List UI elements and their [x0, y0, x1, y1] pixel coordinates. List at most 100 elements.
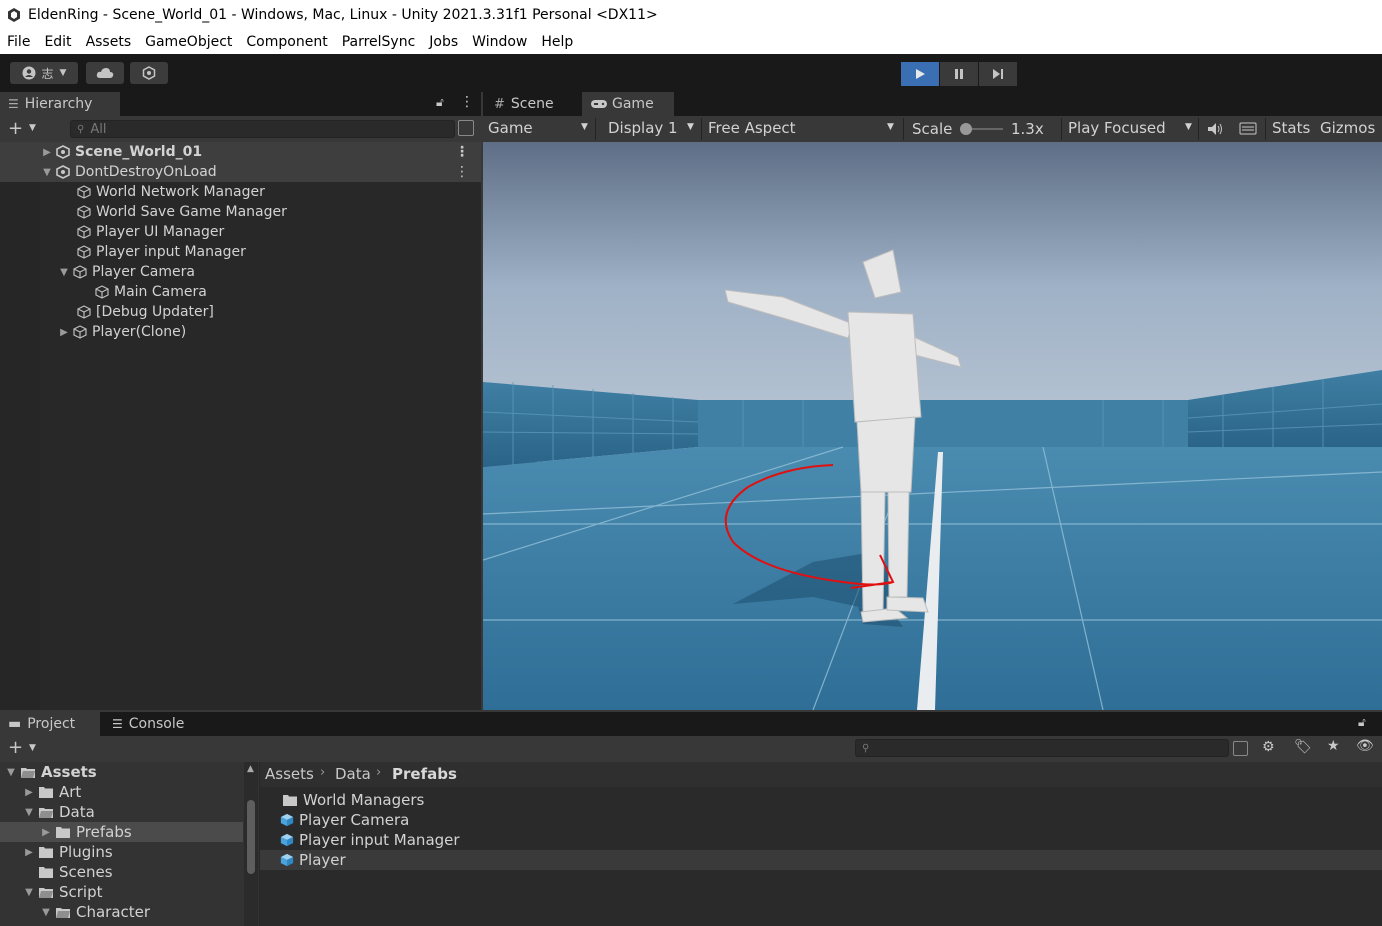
scale-slider-thumb[interactable] — [960, 123, 972, 135]
keyboard-icon[interactable] — [1239, 122, 1257, 135]
menu-parrelsync[interactable]: ParrelSync — [335, 34, 423, 50]
filter-label-icon[interactable]: 🏷︎ — [1294, 739, 1312, 755]
step-button[interactable] — [979, 62, 1017, 86]
more-options-icon[interactable]: ⋮ — [455, 164, 469, 180]
hierarchy-row[interactable]: Player input Manager — [0, 242, 481, 262]
add-icon[interactable]: + — [8, 737, 23, 758]
chevron-down-icon[interactable]: ▼ — [581, 122, 588, 132]
collapse-arrow-icon[interactable]: ▼ — [24, 887, 34, 898]
mute-audio-icon[interactable] — [1207, 122, 1223, 136]
tab-project[interactable]: ▬ Project — [0, 712, 100, 736]
divider — [1061, 118, 1062, 140]
aspect-select[interactable]: Free Aspect — [708, 119, 796, 137]
display-select[interactable]: Display 1 — [608, 119, 678, 137]
collapse-arrow-icon[interactable]: ▼ — [42, 167, 52, 178]
tree-item-scenes[interactable]: Scenes — [38, 862, 113, 882]
lock-icon[interactable]: 🔓︎ — [436, 95, 444, 110]
menu-component[interactable]: Component — [239, 34, 334, 50]
collapse-arrow-icon[interactable]: ▼ — [6, 767, 16, 778]
asset-item-player-camera[interactable]: Player Camera — [280, 810, 409, 830]
menu-help[interactable]: Help — [534, 34, 580, 50]
tree-item-art[interactable]: ▶ Art — [24, 782, 81, 802]
hierarchy-row[interactable]: Player UI Manager — [0, 222, 481, 242]
hierarchy-row[interactable]: Main Camera — [0, 282, 481, 302]
hierarchy-row[interactable]: World Save Game Manager — [0, 202, 481, 222]
view-select[interactable]: Game — [488, 119, 533, 137]
collab-icon — [142, 66, 156, 80]
tree-item-label: Assets — [41, 763, 97, 781]
more-options-icon[interactable]: ⋮ — [460, 94, 474, 110]
collab-button[interactable] — [130, 62, 168, 84]
tree-item-assets[interactable]: ▼ Assets — [6, 762, 97, 782]
collapse-arrow-icon[interactable]: ▼ — [59, 267, 69, 278]
tab-scene[interactable]: # Scene — [486, 92, 582, 116]
expand-arrow-icon[interactable]: ▶ — [42, 147, 52, 158]
chevron-down-icon[interactable]: ▼ — [687, 122, 694, 132]
tree-item-data[interactable]: ▼ Data — [24, 802, 95, 822]
menu-edit[interactable]: Edit — [37, 34, 78, 50]
asset-item-world-managers[interactable]: World Managers — [282, 790, 424, 810]
menu-window[interactable]: Window — [465, 34, 534, 50]
hidden-packages-icon[interactable]: 👁︎ — [1356, 738, 1374, 754]
tree-item-prefabs[interactable]: ▶ Prefabs — [41, 822, 132, 842]
collapse-arrow-icon[interactable]: ▼ — [24, 807, 34, 818]
menu-assets[interactable]: Assets — [79, 34, 139, 50]
add-icon[interactable]: + — [8, 118, 23, 139]
collapse-arrow-icon[interactable]: ▼ — [41, 907, 51, 918]
chevron-down-icon[interactable]: ▼ — [29, 743, 36, 753]
filter-type-icon[interactable]: ⚙ — [1262, 739, 1275, 755]
hierarchy-row-dontdestroy[interactable]: ▼ DontDestroyOnLoad ⋮ — [0, 162, 481, 182]
menu-file[interactable]: File — [0, 34, 37, 50]
tab-game[interactable]: Game — [582, 92, 674, 116]
search-by-type-icon[interactable] — [458, 120, 474, 136]
hierarchy-row[interactable]: ▼ Player Camera — [0, 262, 481, 282]
chevron-down-icon[interactable]: ▼ — [29, 123, 36, 133]
game-viewport[interactable] — [483, 142, 1382, 710]
breadcrumb-item[interactable]: Assets — [265, 765, 314, 783]
cloud-button[interactable] — [86, 62, 124, 84]
hierarchy-row[interactable]: [Debug Updater] — [0, 302, 481, 322]
stats-button[interactable]: Stats — [1272, 119, 1310, 137]
expand-arrow-icon[interactable]: ▶ — [59, 327, 69, 338]
hierarchy-row[interactable]: ▶ Player(Clone) — [0, 322, 481, 342]
menu-jobs[interactable]: Jobs — [422, 34, 465, 50]
tree-item-character[interactable]: ▼ Character — [41, 902, 150, 922]
game-view-controls: Game ▼ Display 1 ▼ Free Aspect ▼ Scale 1… — [483, 116, 1382, 142]
project-search-input[interactable]: ⚲ — [855, 739, 1229, 757]
breadcrumb-item[interactable]: Prefabs — [392, 765, 457, 783]
unity-scene-icon — [56, 145, 70, 159]
play-button[interactable] — [901, 62, 939, 86]
account-dropdown[interactable]: 志 ▼ — [10, 62, 78, 84]
divider — [595, 118, 596, 140]
more-options-icon[interactable]: ⋮ — [455, 144, 469, 160]
gameobject-cube-icon — [95, 285, 109, 299]
asset-item-player[interactable]: Player — [280, 850, 346, 870]
search-by-type-icon[interactable] — [1233, 741, 1248, 756]
tree-item-plugins[interactable]: ▶ Plugins — [24, 842, 113, 862]
scrollbar-thumb[interactable] — [247, 800, 255, 874]
expand-arrow-icon[interactable]: ▶ — [24, 847, 34, 858]
tree-scrollbar[interactable]: ▲ — [244, 762, 258, 926]
pause-button[interactable] — [940, 62, 978, 86]
tab-hierarchy[interactable]: ☰ Hierarchy — [0, 92, 120, 116]
breadcrumb: Assets › Data › Prefabs — [260, 762, 1382, 787]
hierarchy-search-input[interactable]: ⚲ All — [70, 120, 455, 138]
tab-console-label: Console — [128, 716, 185, 732]
expand-arrow-icon[interactable]: ▶ — [24, 787, 34, 798]
hierarchy-row[interactable]: World Network Manager — [0, 182, 481, 202]
hierarchy-row-scene[interactable]: ▶ Scene_World_01 ⋮ — [0, 142, 481, 162]
chevron-down-icon[interactable]: ▼ — [1185, 122, 1192, 132]
tab-console[interactable]: ☰ Console — [104, 712, 204, 736]
expand-arrow-icon[interactable]: ▶ — [41, 827, 51, 838]
favorite-star-icon[interactable]: ★ — [1327, 738, 1340, 754]
gizmos-button[interactable]: Gizmos — [1320, 119, 1375, 137]
chevron-right-icon: › — [376, 765, 382, 780]
breadcrumb-item[interactable]: Data — [335, 765, 371, 783]
asset-item-player-input-manager[interactable]: Player input Manager — [280, 830, 460, 850]
tree-item-script[interactable]: ▼ Script — [24, 882, 102, 902]
chevron-down-icon[interactable]: ▼ — [887, 122, 894, 132]
menu-gameobject[interactable]: GameObject — [138, 34, 239, 50]
scroll-up-icon[interactable]: ▲ — [247, 764, 254, 774]
play-mode-select[interactable]: Play Focused — [1068, 119, 1166, 137]
lock-icon[interactable]: 🔓︎ — [1358, 715, 1366, 730]
